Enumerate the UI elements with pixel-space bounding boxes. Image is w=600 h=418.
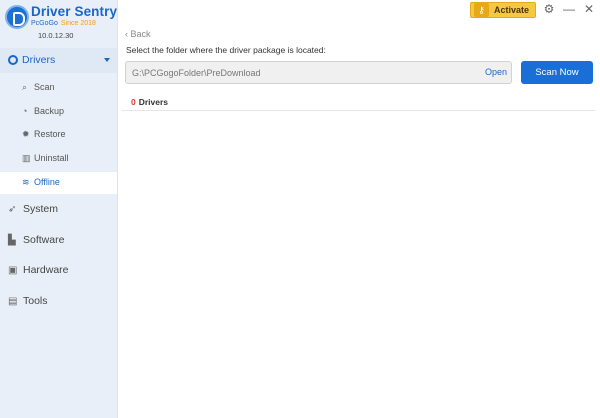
close-icon[interactable]: ✕ bbox=[582, 2, 596, 16]
chevron-down-icon bbox=[104, 58, 110, 62]
sidebar-subitem-backup[interactable]: ◔ Backup bbox=[0, 101, 117, 123]
sidebar-subitem-label: Backup bbox=[34, 106, 65, 116]
app-logo-icon bbox=[5, 5, 29, 29]
folder-instruction: Select the folder where the driver packa… bbox=[126, 45, 326, 55]
sidebar-item-label: Software bbox=[23, 234, 65, 246]
backup-icon: ◔ bbox=[22, 106, 28, 116]
brand-company: PcGoGo bbox=[31, 20, 58, 27]
drivers-count-value: 0 bbox=[131, 97, 136, 107]
sidebar-subitem-restore[interactable]: ✹ Restore bbox=[0, 124, 117, 146]
activate-label: Activate bbox=[494, 5, 530, 15]
chevron-left-icon: ‹ bbox=[125, 29, 128, 39]
sidebar: Driver Sentry PcGoGo Since 2018 10.0.12.3… bbox=[0, 0, 118, 418]
back-label: Back bbox=[130, 29, 151, 39]
app-version: 10.0.12.30 bbox=[38, 31, 74, 40]
sidebar-item-label: Hardware bbox=[23, 264, 69, 276]
back-link[interactable]: ‹ Back bbox=[125, 29, 151, 39]
software-icon: ▙ bbox=[8, 235, 16, 246]
sidebar-item-label: System bbox=[23, 203, 59, 215]
sidebar-item-label: Tools bbox=[23, 295, 48, 307]
sidebar-item-software[interactable]: ▙ Software bbox=[0, 229, 117, 253]
sidebar-subitem-label: Restore bbox=[34, 129, 66, 139]
scan-icon: ⌕ bbox=[22, 82, 28, 92]
sidebar-subitem-uninstall[interactable]: ▥ Uninstall bbox=[0, 148, 117, 170]
brand-subtitle: PcGoGo Since 2018 bbox=[31, 20, 96, 27]
drivers-count: 0 Drivers bbox=[131, 97, 168, 107]
minimize-icon[interactable]: — bbox=[562, 2, 576, 16]
sidebar-item-label: Drivers bbox=[22, 54, 56, 66]
open-folder-link[interactable]: Open bbox=[485, 67, 507, 77]
sidebar-item-hardware[interactable]: ▣ Hardware bbox=[0, 259, 117, 283]
sidebar-subitem-scan[interactable]: ⌕ Scan bbox=[0, 77, 117, 99]
key-icon: ⚷ bbox=[474, 3, 489, 17]
sidebar-subitem-label: Offline bbox=[34, 177, 60, 187]
sidebar-item-system[interactable]: ➶ System bbox=[0, 198, 117, 222]
activate-button[interactable]: ⚷ Activate bbox=[470, 2, 536, 18]
restore-icon: ✹ bbox=[22, 129, 30, 139]
folder-path-input[interactable] bbox=[132, 66, 472, 80]
wifi-icon: ≋ bbox=[22, 177, 30, 187]
divider bbox=[122, 110, 595, 111]
scan-now-button[interactable]: Scan Now bbox=[521, 61, 593, 84]
sidebar-subitem-label: Uninstall bbox=[34, 153, 69, 163]
sidebar-subitem-label: Scan bbox=[34, 82, 55, 92]
gear-icon bbox=[8, 55, 18, 65]
folder-path-field: Open bbox=[125, 61, 512, 84]
toolbox-icon: ▤ bbox=[8, 296, 18, 307]
trash-icon: ▥ bbox=[22, 153, 31, 163]
rocket-icon: ➶ bbox=[8, 204, 17, 215]
app-title: Driver Sentry bbox=[31, 4, 118, 19]
settings-icon[interactable]: ⚙ bbox=[542, 2, 556, 16]
chip-icon: ▣ bbox=[8, 265, 18, 276]
sidebar-subitem-offline[interactable]: ≋ Offline bbox=[0, 172, 117, 194]
brand-since: Since 2018 bbox=[60, 20, 96, 27]
sidebar-item-tools[interactable]: ▤ Tools bbox=[0, 290, 117, 314]
drivers-count-label: Drivers bbox=[138, 97, 169, 107]
sidebar-item-drivers[interactable]: Drivers bbox=[0, 48, 117, 73]
